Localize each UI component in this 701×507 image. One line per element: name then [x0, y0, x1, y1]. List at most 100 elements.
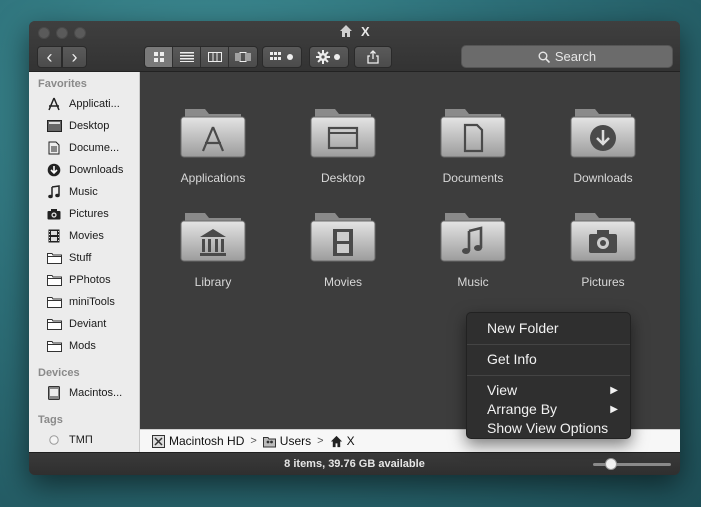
menu-item-get-info[interactable]: Get Info: [487, 350, 620, 369]
folder-music[interactable]: Music: [408, 209, 538, 289]
sidebar-item-label: Docume...: [69, 142, 120, 154]
folder-pictures[interactable]: Pictures: [538, 209, 668, 289]
back-label: ‹: [46, 47, 53, 67]
sidebar-item-minitools[interactable]: miniTools: [29, 291, 139, 313]
sidebar-item-label: Applicati...: [69, 98, 120, 110]
group-grid-icon: [270, 52, 293, 60]
menu-divider: [467, 344, 630, 345]
devices-header: Devices: [38, 367, 80, 379]
icon-size-slider-knob[interactable]: [605, 458, 617, 470]
menu-item-label: View: [487, 382, 518, 398]
drive-icon: [152, 434, 165, 448]
downloads-icon: [46, 163, 62, 177]
folder-movies[interactable]: Movies: [278, 209, 408, 289]
path-crumb-home[interactable]: X: [330, 434, 355, 448]
movies-folder-icon: [310, 213, 376, 262]
menu-item-view[interactable]: View ▶: [487, 381, 620, 400]
sidebar-item-label: Mods: [69, 340, 96, 352]
menu-item-arrange-by[interactable]: Arrange By ▶: [487, 400, 620, 419]
favorites-list: Applicati... Desktop Docume... Downloads Mus…: [29, 93, 139, 357]
menu-divider: [467, 375, 630, 376]
list-icon: [179, 52, 194, 62]
sidebar-item-label: Pictures: [69, 208, 109, 220]
sidebar-item-label: PPhotos: [69, 274, 111, 286]
status-bar: 8 items, 39.76 GB available: [29, 452, 680, 475]
folder-icon: [46, 251, 62, 265]
forward-label: ›: [71, 47, 78, 67]
desktop-icon: [46, 119, 62, 133]
list-view-button[interactable]: [173, 47, 201, 67]
path-crumb-label: Users: [279, 434, 312, 448]
sidebar-item-desktop[interactable]: Desktop: [29, 115, 139, 137]
menu-item-label: Get Info: [487, 351, 537, 367]
search-field[interactable]: Search: [461, 45, 673, 68]
icon-view-button[interactable]: [145, 47, 173, 67]
coverflow-view-button[interactable]: [229, 47, 257, 67]
folder-documents[interactable]: Documents: [408, 105, 538, 185]
folder-downloads[interactable]: Downloads: [538, 105, 668, 185]
devices-list: Macintos...: [29, 382, 139, 404]
folder-label: Downloads: [573, 171, 633, 185]
documents-icon: [46, 141, 62, 155]
action-button[interactable]: [309, 46, 349, 68]
folder-label: Movies: [323, 275, 362, 289]
sidebar-item-label: Deviant: [69, 318, 107, 330]
tags-header: Tags: [38, 414, 63, 426]
folder-icon: [46, 273, 62, 287]
menu-item-label: New Folder: [487, 320, 559, 336]
share-button[interactable]: [354, 46, 392, 68]
sidebar-item-stuff[interactable]: Stuff: [29, 247, 139, 269]
context-menu: New Folder Get Info View ▶ Arrange By ▶ Sh…: [466, 312, 631, 439]
coverflow-icon: [235, 52, 251, 62]
menu-item-show-view-options[interactable]: Show View Options: [487, 419, 620, 438]
folder-library[interactable]: Library: [148, 209, 278, 289]
toolbar: X ‹ › Search: [29, 21, 680, 72]
folder-label: Music: [457, 275, 489, 289]
hard-drive-icon: [46, 386, 62, 400]
sidebar-item-movies[interactable]: Movies: [29, 225, 139, 247]
applications-icon: [46, 97, 62, 111]
camera-icon: [46, 207, 62, 221]
status-text: 8 items, 39.76 GB available: [284, 458, 425, 470]
sidebar-item-deviant[interactable]: Deviant: [29, 313, 139, 335]
sidebar-item-label: ТМП: [69, 434, 93, 446]
music-icon: [46, 185, 62, 199]
menu-item-new-folder[interactable]: New Folder: [487, 319, 620, 338]
forward-button[interactable]: ›: [62, 46, 87, 68]
folder-label: Library: [194, 275, 232, 289]
sidebar-item-macintos[interactable]: Macintos...: [29, 382, 139, 404]
folder-label: Desktop: [320, 171, 366, 185]
sidebar-item-тмп[interactable]: ТМП: [29, 429, 139, 451]
sidebar-item-docume[interactable]: Docume...: [29, 137, 139, 159]
back-button[interactable]: ‹: [37, 46, 62, 68]
submenu-arrow-icon: ▶: [610, 404, 618, 415]
sidebar-item-music[interactable]: Music: [29, 181, 139, 203]
sidebar-item-pphotos[interactable]: PPhotos: [29, 269, 139, 291]
pictures-folder-icon: [570, 213, 636, 262]
share-icon: [367, 50, 379, 64]
column-view-button[interactable]: [201, 47, 229, 67]
folder-desktop[interactable]: Desktop: [278, 105, 408, 185]
folder-applications[interactable]: Applications: [148, 105, 278, 185]
group-by-button[interactable]: [262, 46, 302, 68]
search-placeholder: Search: [554, 49, 597, 64]
sidebar-item-applicati[interactable]: Applicati...: [29, 93, 139, 115]
path-crumb-users[interactable]: Users: [262, 434, 312, 448]
home-icon: [340, 25, 353, 37]
music-folder-icon: [440, 213, 506, 262]
tag-dot-icon: [46, 433, 62, 447]
folder-icon: [46, 339, 62, 353]
sidebar-item-pictures[interactable]: Pictures: [29, 203, 139, 225]
path-separator: >: [317, 435, 324, 447]
favorites-header: Favorites: [38, 78, 87, 90]
path-crumb-label: X: [346, 434, 355, 448]
submenu-arrow-icon: ▶: [610, 385, 618, 396]
sidebar-item-downloads[interactable]: Downloads: [29, 159, 139, 181]
sidebar-item-label: Movies: [69, 230, 104, 242]
path-crumb-drive[interactable]: Macintosh HD: [152, 434, 244, 448]
window-title-text: X: [360, 24, 370, 39]
folder-label: Pictures: [581, 275, 625, 289]
applications-folder-icon: [180, 109, 246, 158]
sidebar-item-mods[interactable]: Mods: [29, 335, 139, 357]
film-icon: [46, 229, 62, 243]
